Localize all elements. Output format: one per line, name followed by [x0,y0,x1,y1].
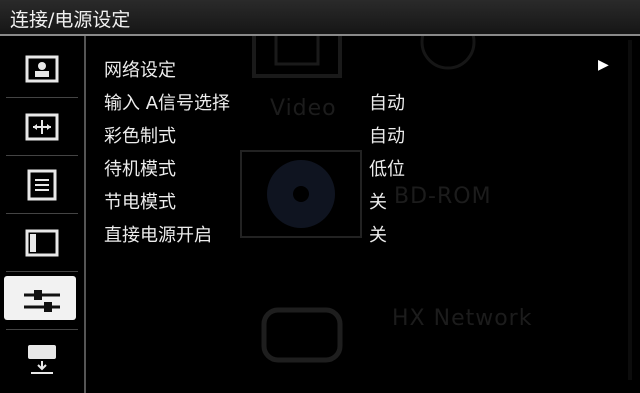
download-icon [28,345,56,374]
category-sidebar [0,36,86,393]
sidebar-item-film[interactable] [0,214,84,272]
menu-row-label: 节电模式 [104,192,176,213]
menu-row-value: 关 [369,192,387,213]
menu-row-value: 关 [369,225,387,246]
sidebar-item-download[interactable] [0,330,84,388]
menu-row-label: 直接电源开启 [104,225,212,246]
screen-adjust-icon [25,113,59,141]
sidebar-item-connection-power[interactable] [0,272,84,330]
menu-row-label: 输入 A信号选择 [104,93,231,114]
menu-row-power-saving[interactable]: 节电模式 关 [104,186,624,216]
header-bar: 连接/电源设定 [0,0,640,36]
picture-icon [25,55,59,83]
film-icon [25,229,59,257]
menu-row-network-settings[interactable]: 网络设定 ▶ [104,54,624,84]
sidebar-item-list[interactable] [0,156,84,214]
menu-row-color-system[interactable]: 彩色制式 自动 [104,120,624,150]
list-icon [27,169,57,201]
network-tv-icon [261,307,343,363]
menu-row-value: 低位 [369,159,405,180]
submenu-arrow-icon: ▶ [598,57,609,73]
connection-cable-icon [24,290,60,312]
menu-row-direct-power-on[interactable]: 直接电源开启 关 [104,219,624,249]
menu-row-value: 自动 [369,93,405,114]
sidebar-item-screen[interactable] [0,98,84,156]
sidebar-item-picture[interactable] [0,40,84,98]
menu-row-input-a-signal[interactable]: 输入 A信号选择 自动 [104,87,624,117]
page-title: 连接/电源设定 [10,9,131,31]
menu-row-label: 网络设定 [104,60,176,81]
scroll-track [628,40,632,380]
menu-row-label: 彩色制式 [104,126,176,147]
menu-row-label: 待机模式 [104,159,176,180]
menu-row-value: 自动 [369,126,405,147]
menu-row-standby-mode[interactable]: 待机模式 低位 [104,153,624,183]
bg-hx-network-label: HX Network [392,306,533,331]
